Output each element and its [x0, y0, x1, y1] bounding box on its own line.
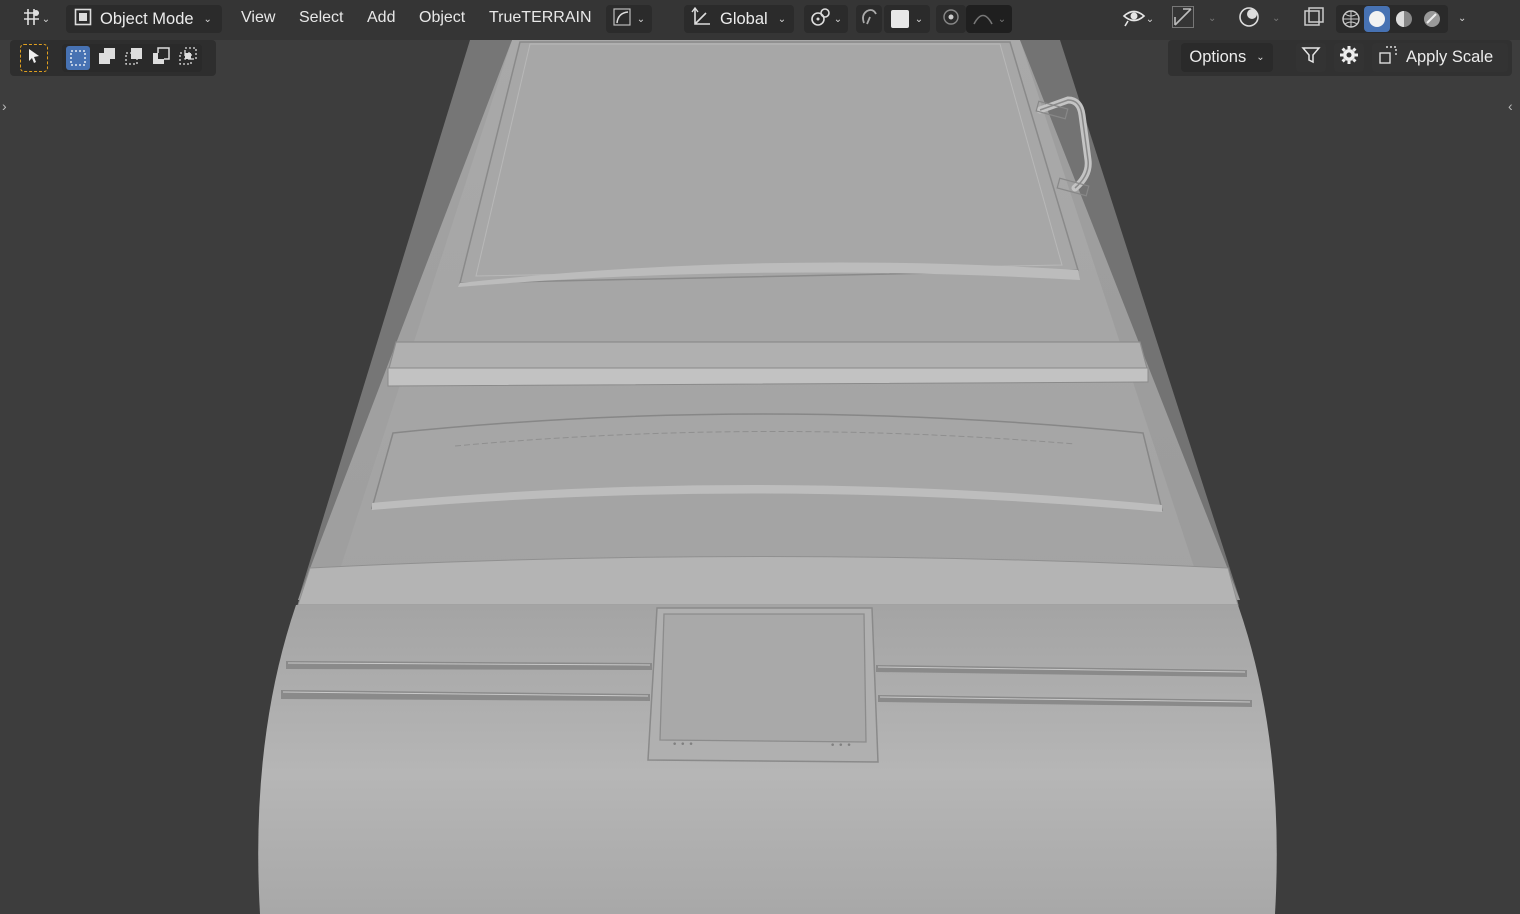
- gizmo-toggle[interactable]: [1168, 5, 1198, 33]
- square-snap-icon: [890, 10, 909, 28]
- xray-icon: [1303, 6, 1325, 33]
- menu-object[interactable]: Object: [419, 9, 465, 27]
- proportional-edit-toggle[interactable]: [936, 5, 966, 33]
- falloff-curve-icon: [972, 9, 994, 30]
- editor-type-button[interactable]: ⌄: [16, 5, 56, 33]
- select-extend-icon[interactable]: [97, 46, 117, 71]
- select-tool-button[interactable]: [20, 44, 48, 72]
- xray-toggle[interactable]: [1300, 5, 1328, 33]
- solid-shading-icon[interactable]: [1364, 6, 1390, 32]
- pivot-point-icon: [810, 7, 832, 32]
- shading-dropdown-chevron[interactable]: ⌄: [1458, 13, 1466, 24]
- chevron-down-icon: ⌄: [1256, 52, 1265, 63]
- snap-toggle[interactable]: [856, 5, 882, 33]
- sidebar-expand-arrow[interactable]: ‹: [1508, 98, 1513, 114]
- filter-funnel-icon: [1301, 45, 1321, 70]
- menu-select[interactable]: Select: [299, 9, 343, 27]
- svg-text:• • •: • • •: [672, 740, 694, 750]
- viewport-header: ⌄ Object Mode ⌄ View Select Add Object T…: [0, 0, 1520, 40]
- toolbar-expand-arrow[interactable]: ›: [2, 98, 7, 114]
- filter-button[interactable]: [1296, 43, 1326, 72]
- curve-tool-dropdown[interactable]: ⌄: [606, 5, 652, 33]
- mode-label: Object Mode: [100, 9, 194, 28]
- chevron-down-icon: ⌄: [997, 13, 1007, 25]
- select-intersect-icon[interactable]: [178, 46, 198, 71]
- options-label: Options: [1189, 48, 1247, 66]
- material-shading-icon[interactable]: [1390, 9, 1418, 29]
- snap-magnet-icon: [859, 7, 879, 32]
- falloff-dropdown[interactable]: ⌄: [966, 5, 1012, 33]
- mode-dropdown[interactable]: Object Mode ⌄: [66, 5, 222, 33]
- orientation-axes-icon: [690, 6, 712, 32]
- wireframe-shading-icon[interactable]: [1338, 9, 1364, 29]
- snap-target-dropdown[interactable]: ⌄: [884, 5, 930, 33]
- orientation-label: Global: [720, 9, 768, 28]
- chevron-down-icon: ⌄: [833, 13, 843, 25]
- transform-orientation-dropdown[interactable]: Global ⌄: [684, 5, 794, 33]
- gizmo-icon: [1171, 5, 1195, 34]
- select-invert-icon[interactable]: [151, 46, 171, 71]
- chevron-down-icon: ⌄: [777, 13, 787, 25]
- apply-scale-button[interactable]: Apply Scale: [1372, 43, 1508, 72]
- rendered-shading-icon[interactable]: [1418, 9, 1446, 29]
- apply-scale-label: Apply Scale: [1406, 48, 1494, 66]
- overlay-icon: [1237, 5, 1261, 34]
- curve-icon: [613, 7, 631, 31]
- visibility-dropdown[interactable]: ⌄: [1116, 5, 1160, 33]
- object-mode-icon: [74, 8, 92, 31]
- menu-add[interactable]: Add: [367, 9, 395, 27]
- shading-mode-group: [1336, 5, 1448, 33]
- menu-view[interactable]: View: [241, 9, 275, 27]
- chevron-down-icon: ⌄: [1145, 13, 1155, 25]
- options-dropdown[interactable]: Options ⌄: [1181, 43, 1273, 72]
- settings-button[interactable]: [1334, 43, 1364, 72]
- proportional-edit-icon: [941, 7, 961, 32]
- menu-trueterrain[interactable]: TrueTERRAIN: [489, 9, 592, 27]
- overlay-dropdown-chevron[interactable]: ⌄: [1272, 13, 1280, 24]
- chevron-down-icon: ⌄: [41, 13, 51, 25]
- select-new-icon[interactable]: [65, 46, 90, 70]
- cursor-select-icon: [27, 48, 41, 69]
- apply-scale-icon: [1378, 45, 1398, 70]
- vehicle-roof-model: • • • • • •: [258, 40, 1277, 914]
- chevron-down-icon: ⌄: [636, 13, 646, 25]
- select-subtract-icon[interactable]: [124, 46, 144, 71]
- svg-text:• • •: • • •: [830, 741, 852, 751]
- chevron-down-icon: ⌄: [914, 13, 924, 25]
- chevron-down-icon: ⌄: [203, 13, 212, 25]
- eye-visibility-icon: [1122, 7, 1146, 32]
- gizmo-dropdown-chevron[interactable]: ⌄: [1208, 13, 1216, 24]
- selection-mode-group: [62, 44, 202, 72]
- overlay-toggle[interactable]: [1234, 5, 1264, 33]
- gear-icon: [1339, 45, 1359, 70]
- 3d-viewport[interactable]: • • • • • •: [0, 0, 1520, 914]
- grid-axes-icon: [22, 8, 42, 31]
- pivot-point-dropdown[interactable]: ⌄: [804, 5, 848, 33]
